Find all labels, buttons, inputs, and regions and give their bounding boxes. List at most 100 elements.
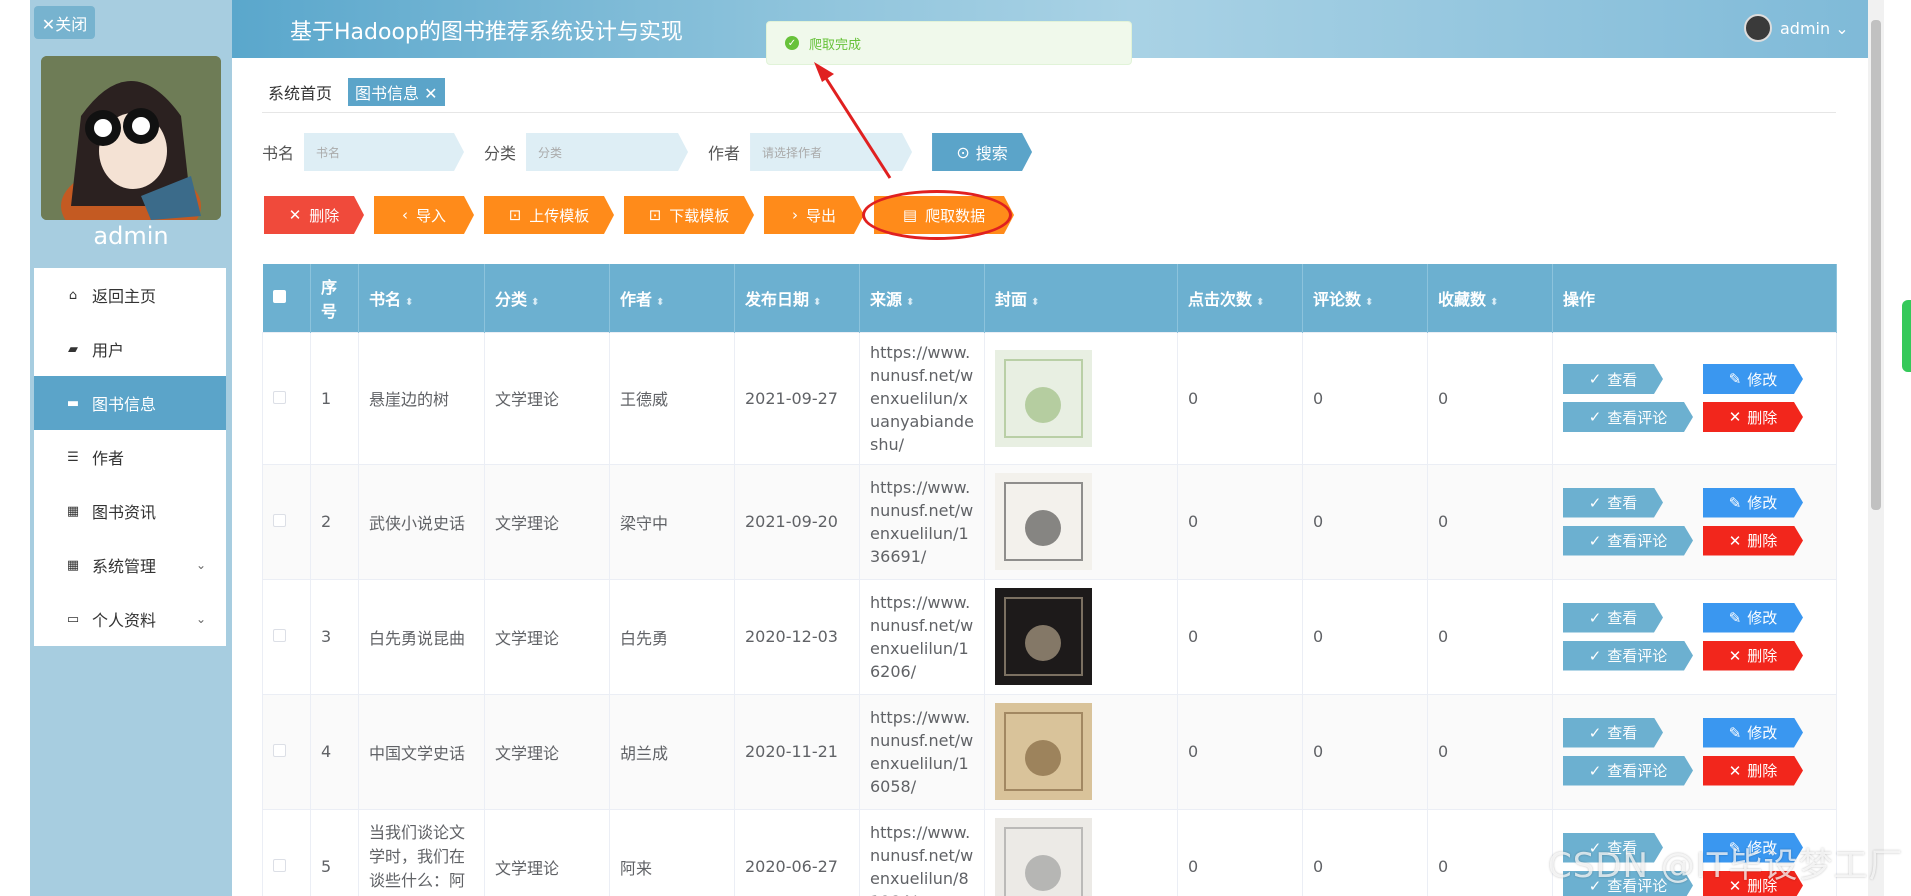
row-delete-button[interactable]: ✕ 删除: [1703, 402, 1803, 432]
favorite-count-cell: 0: [1427, 578, 1553, 695]
view-comments-button[interactable]: ✓ 查看评论: [1563, 526, 1693, 556]
scrollbar-thumb[interactable]: [1871, 20, 1881, 510]
divider: [262, 112, 1836, 113]
table-row[interactable]: 1 悬崖边的树 文学理论 王德威 2021-09-27 https://www.nunus…: [262, 331, 1837, 465]
check-icon: ✓: [1588, 531, 1602, 550]
table-row[interactable]: 2 武侠小说史话 文学理论 梁守中 2021-09-20 https://www.nunu…: [262, 463, 1837, 580]
column-header[interactable]: 发布日期 ⬍: [734, 264, 860, 332]
row-delete-button[interactable]: ✕ 删除: [1703, 526, 1803, 556]
column-header[interactable]: 来源 ⬍: [859, 264, 985, 332]
sort-icon[interactable]: ⬍: [1365, 297, 1373, 308]
delete-button[interactable]: ✕ 删除: [264, 196, 364, 234]
column-header[interactable]: 收藏数 ⬍: [1427, 264, 1553, 332]
cover-cell: [984, 331, 1178, 465]
upload-template-button[interactable]: ⊡ 上传模板: [484, 196, 614, 234]
source-url-cell: https://www.nunusf.net/wenxuelilun/81984…: [859, 808, 985, 896]
edit-button[interactable]: ✎ 修改: [1703, 603, 1803, 633]
sort-icon[interactable]: ⬍: [405, 297, 413, 308]
view-button[interactable]: ✓ 查看: [1563, 488, 1663, 518]
view-comments-button[interactable]: ✓ 查看评论: [1563, 641, 1693, 671]
book-cover-image[interactable]: [995, 818, 1092, 896]
book-name-input[interactable]: 书名: [304, 133, 464, 171]
column-header[interactable]: 分类 ⬍: [484, 264, 610, 332]
sidebar-item-users[interactable]: ▰ 用户: [34, 322, 226, 376]
sidebar-item-book-info[interactable]: ▬ 图书信息: [34, 376, 226, 430]
table-row[interactable]: 3 白先勇说昆曲 文学理论 白先勇 2020-12-03 https://www.nunu…: [262, 578, 1837, 695]
edit-button[interactable]: ✎ 修改: [1703, 488, 1803, 518]
edit-button[interactable]: ✎ 修改: [1703, 364, 1803, 394]
view-button[interactable]: ✓ 查看: [1563, 603, 1663, 633]
sidebar-item-authors[interactable]: ☰ 作者: [34, 430, 226, 484]
row-checkbox[interactable]: [273, 859, 286, 872]
column-header[interactable]: 作者 ⬍: [609, 264, 735, 332]
book-cover-image[interactable]: [995, 703, 1092, 800]
tab-home[interactable]: 系统首页: [262, 78, 338, 106]
sidebar-item-home[interactable]: ⌂ 返回主页: [34, 268, 226, 322]
sidebar-item-book-news[interactable]: ▦ 图书资讯: [34, 484, 226, 538]
edit-label: 修改: [1747, 724, 1778, 742]
row-checkbox[interactable]: [273, 744, 286, 757]
sort-icon[interactable]: ⬍: [813, 297, 821, 308]
view-button[interactable]: ✓ 查看: [1563, 718, 1663, 748]
book-cover-image[interactable]: [995, 473, 1092, 570]
vertical-scrollbar[interactable]: [1868, 0, 1884, 896]
sort-icon[interactable]: ⬍: [1031, 297, 1039, 308]
delete-label: 删除: [1747, 647, 1778, 665]
column-header[interactable]: 封面 ⬍: [984, 264, 1178, 332]
column-header[interactable]: 评论数 ⬍: [1302, 264, 1428, 332]
view-comments-button[interactable]: ✓ 查看评论: [1563, 402, 1693, 432]
book-cover-image[interactable]: [995, 349, 1092, 447]
download-template-label: 下载模板: [669, 206, 730, 225]
close-icon: ✕: [1728, 761, 1742, 780]
download-template-button[interactable]: ⊡ 下载模板: [624, 196, 754, 234]
avatar-illustration: [41, 56, 221, 220]
row-delete-button[interactable]: ✕ 删除: [1703, 641, 1803, 671]
view-button[interactable]: ✓ 查看: [1563, 364, 1663, 394]
row-select-cell: [262, 578, 311, 695]
author-cell: 胡兰成: [609, 693, 735, 810]
sort-icon[interactable]: ⬍: [656, 297, 664, 308]
category-input[interactable]: 分类: [526, 133, 688, 171]
check-icon: ✓: [1588, 761, 1602, 780]
edit-button[interactable]: ✎ 修改: [1703, 718, 1803, 748]
column-header[interactable]: 书名 ⬍: [358, 264, 485, 332]
search-button[interactable]: ⊙ 搜索: [932, 133, 1032, 171]
select-all-cell: [262, 264, 311, 332]
sidebar-item-system[interactable]: ▦ 系统管理 ⌄: [34, 538, 226, 592]
table-row[interactable]: 4 中国文学史话 文学理论 胡兰成 2020-11-21 https://www.nunu…: [262, 693, 1837, 810]
author-select[interactable]: 请选择作者: [750, 133, 912, 171]
book-cover-image[interactable]: [995, 588, 1092, 685]
header-label: 作者: [620, 289, 653, 309]
close-icon: ✕: [1728, 531, 1742, 550]
sort-icon[interactable]: ⬍: [1490, 297, 1498, 308]
close-button[interactable]: ✕关闭: [34, 6, 95, 39]
source-url-cell: https://www.nunusf.net/wenxuelilun/16058…: [859, 693, 985, 810]
view-label: 查看: [1607, 494, 1638, 512]
export-button[interactable]: › 导出: [764, 196, 864, 234]
sort-icon[interactable]: ⬍: [1256, 297, 1264, 308]
row-checkbox[interactable]: [273, 390, 286, 404]
select-all-checkbox[interactable]: [272, 290, 286, 304]
sidebar-item-label: 作者: [92, 449, 125, 468]
delete-button-label: 删除: [309, 206, 340, 225]
row-checkbox[interactable]: [273, 629, 286, 642]
check-icon: ✓: [1588, 723, 1602, 742]
category-label: 分类: [484, 144, 517, 163]
tab-book-info[interactable]: 图书信息 ✕: [348, 78, 445, 106]
import-button[interactable]: ‹ 导入: [374, 196, 474, 234]
row-delete-button[interactable]: ✕ 删除: [1703, 756, 1803, 786]
row-checkbox[interactable]: [273, 514, 286, 527]
view-label: 查看: [1607, 370, 1638, 389]
view-comments-button[interactable]: ✓ 查看评论: [1563, 756, 1693, 786]
side-widget-tab[interactable]: [1902, 300, 1911, 372]
chevron-right-icon: ›: [791, 206, 798, 224]
sidebar-item-profile[interactable]: ▭ 个人资料 ⌄: [34, 592, 226, 646]
column-header: 操作: [1552, 264, 1837, 332]
close-icon: ✕: [1728, 408, 1742, 426]
favorite-count-cell: 0: [1427, 331, 1553, 465]
column-header[interactable]: 点击次数 ⬍: [1177, 264, 1303, 332]
operations-cell: ✓ 查看 ✎ 修改 ✓ 查看评论 ✕ 删除: [1552, 578, 1837, 695]
admin-menu[interactable]: admin ⌄: [1744, 14, 1849, 42]
sort-icon[interactable]: ⬍: [906, 297, 914, 308]
sort-icon[interactable]: ⬍: [531, 297, 539, 308]
